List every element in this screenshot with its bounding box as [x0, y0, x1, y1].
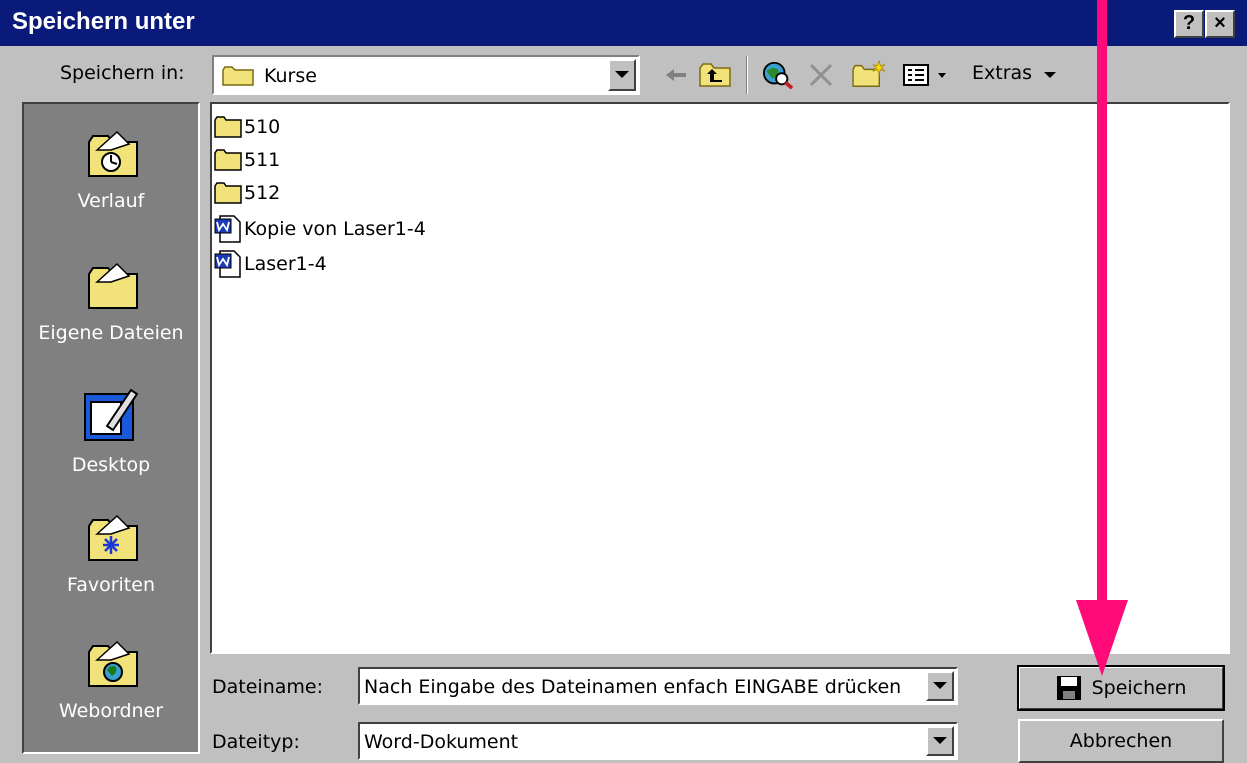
- folder-icon: [214, 116, 242, 138]
- desktop-icon: [84, 388, 139, 441]
- word-document-icon: [214, 250, 241, 278]
- place-label: Desktop: [71, 454, 151, 476]
- place-label: Webordner: [58, 700, 164, 722]
- favorites-icon: [88, 514, 138, 561]
- folder-icon: [214, 182, 242, 204]
- location-value: Kurse: [264, 65, 317, 87]
- filename-label: Dateiname:: [212, 676, 323, 698]
- file-name: Kopie von Laser1-4: [244, 218, 426, 240]
- cancel-button-label: Abbrechen: [1069, 730, 1173, 752]
- folder-icon: [214, 149, 242, 171]
- location-combo[interactable]: Kurse: [212, 55, 640, 95]
- extras-menu[interactable]: Extras: [972, 62, 1032, 84]
- location-dropdown-button[interactable]: [608, 59, 636, 91]
- save-in-label: Speichern in:: [60, 62, 185, 84]
- place-my-documents[interactable]: Eigene Dateien: [24, 260, 198, 344]
- place-label: Verlauf: [77, 190, 145, 212]
- save-button-label: Speichern: [1091, 677, 1187, 699]
- cancel-button[interactable]: Abbrechen: [1018, 719, 1224, 763]
- chevron-down-icon: [933, 737, 947, 744]
- history-icon: [88, 130, 138, 177]
- help-button[interactable]: ?: [1174, 10, 1204, 38]
- web-folders-icon: [88, 640, 138, 687]
- close-button[interactable]: ×: [1205, 10, 1235, 38]
- place-label: Eigene Dateien: [38, 322, 184, 344]
- list-item[interactable]: 510: [214, 112, 280, 142]
- back-icon[interactable]: [664, 60, 688, 90]
- delete-icon[interactable]: [806, 60, 836, 90]
- list-item[interactable]: Laser1-4: [214, 249, 327, 279]
- list-item[interactable]: Kopie von Laser1-4: [214, 214, 426, 244]
- place-history[interactable]: Verlauf: [24, 128, 198, 212]
- chevron-down-icon: [1044, 72, 1056, 78]
- places-bar: Verlauf Eigene Dateien Desktop Favoriten: [22, 102, 200, 754]
- filename-value: Nach Eingabe des Dateinamen enfach EINGA…: [364, 676, 902, 698]
- filetype-value: Word-Dokument: [364, 731, 519, 753]
- file-name: 511: [244, 149, 281, 171]
- chevron-down-icon: [933, 682, 947, 689]
- filetype-label: Dateityp:: [212, 731, 300, 753]
- dialog-title: Speichern unter: [12, 8, 195, 35]
- list-item[interactable]: 512: [214, 178, 280, 208]
- place-favorites[interactable]: Favoriten: [24, 512, 198, 596]
- filetype-select[interactable]: Word-Dokument: [358, 722, 958, 760]
- new-folder-icon[interactable]: [850, 60, 888, 90]
- list-item[interactable]: 511: [214, 145, 280, 175]
- file-name: 512: [244, 182, 281, 204]
- word-document-icon: [214, 215, 241, 243]
- file-name: Laser1-4: [244, 253, 327, 275]
- place-label: Favoriten: [67, 574, 155, 596]
- title-bar: Speichern unter ? ×: [0, 0, 1247, 46]
- place-desktop[interactable]: Desktop: [24, 384, 198, 476]
- filename-dropdown-button[interactable]: [926, 671, 954, 701]
- toolbar-separator: [746, 56, 748, 94]
- place-web-folders[interactable]: Webordner: [24, 638, 198, 722]
- filetype-dropdown-button[interactable]: [926, 726, 954, 756]
- annotation-arrow: [1076, 0, 1128, 676]
- search-web-icon[interactable]: [760, 60, 796, 90]
- views-icon[interactable]: [902, 60, 954, 90]
- my-documents-icon: [88, 262, 138, 309]
- filename-field[interactable]: Nach Eingabe des Dateinamen enfach EINGA…: [358, 667, 958, 705]
- chevron-down-icon: [615, 71, 629, 78]
- folder-icon: [222, 66, 254, 86]
- up-folder-icon[interactable]: [698, 60, 732, 90]
- file-name: 510: [244, 116, 281, 138]
